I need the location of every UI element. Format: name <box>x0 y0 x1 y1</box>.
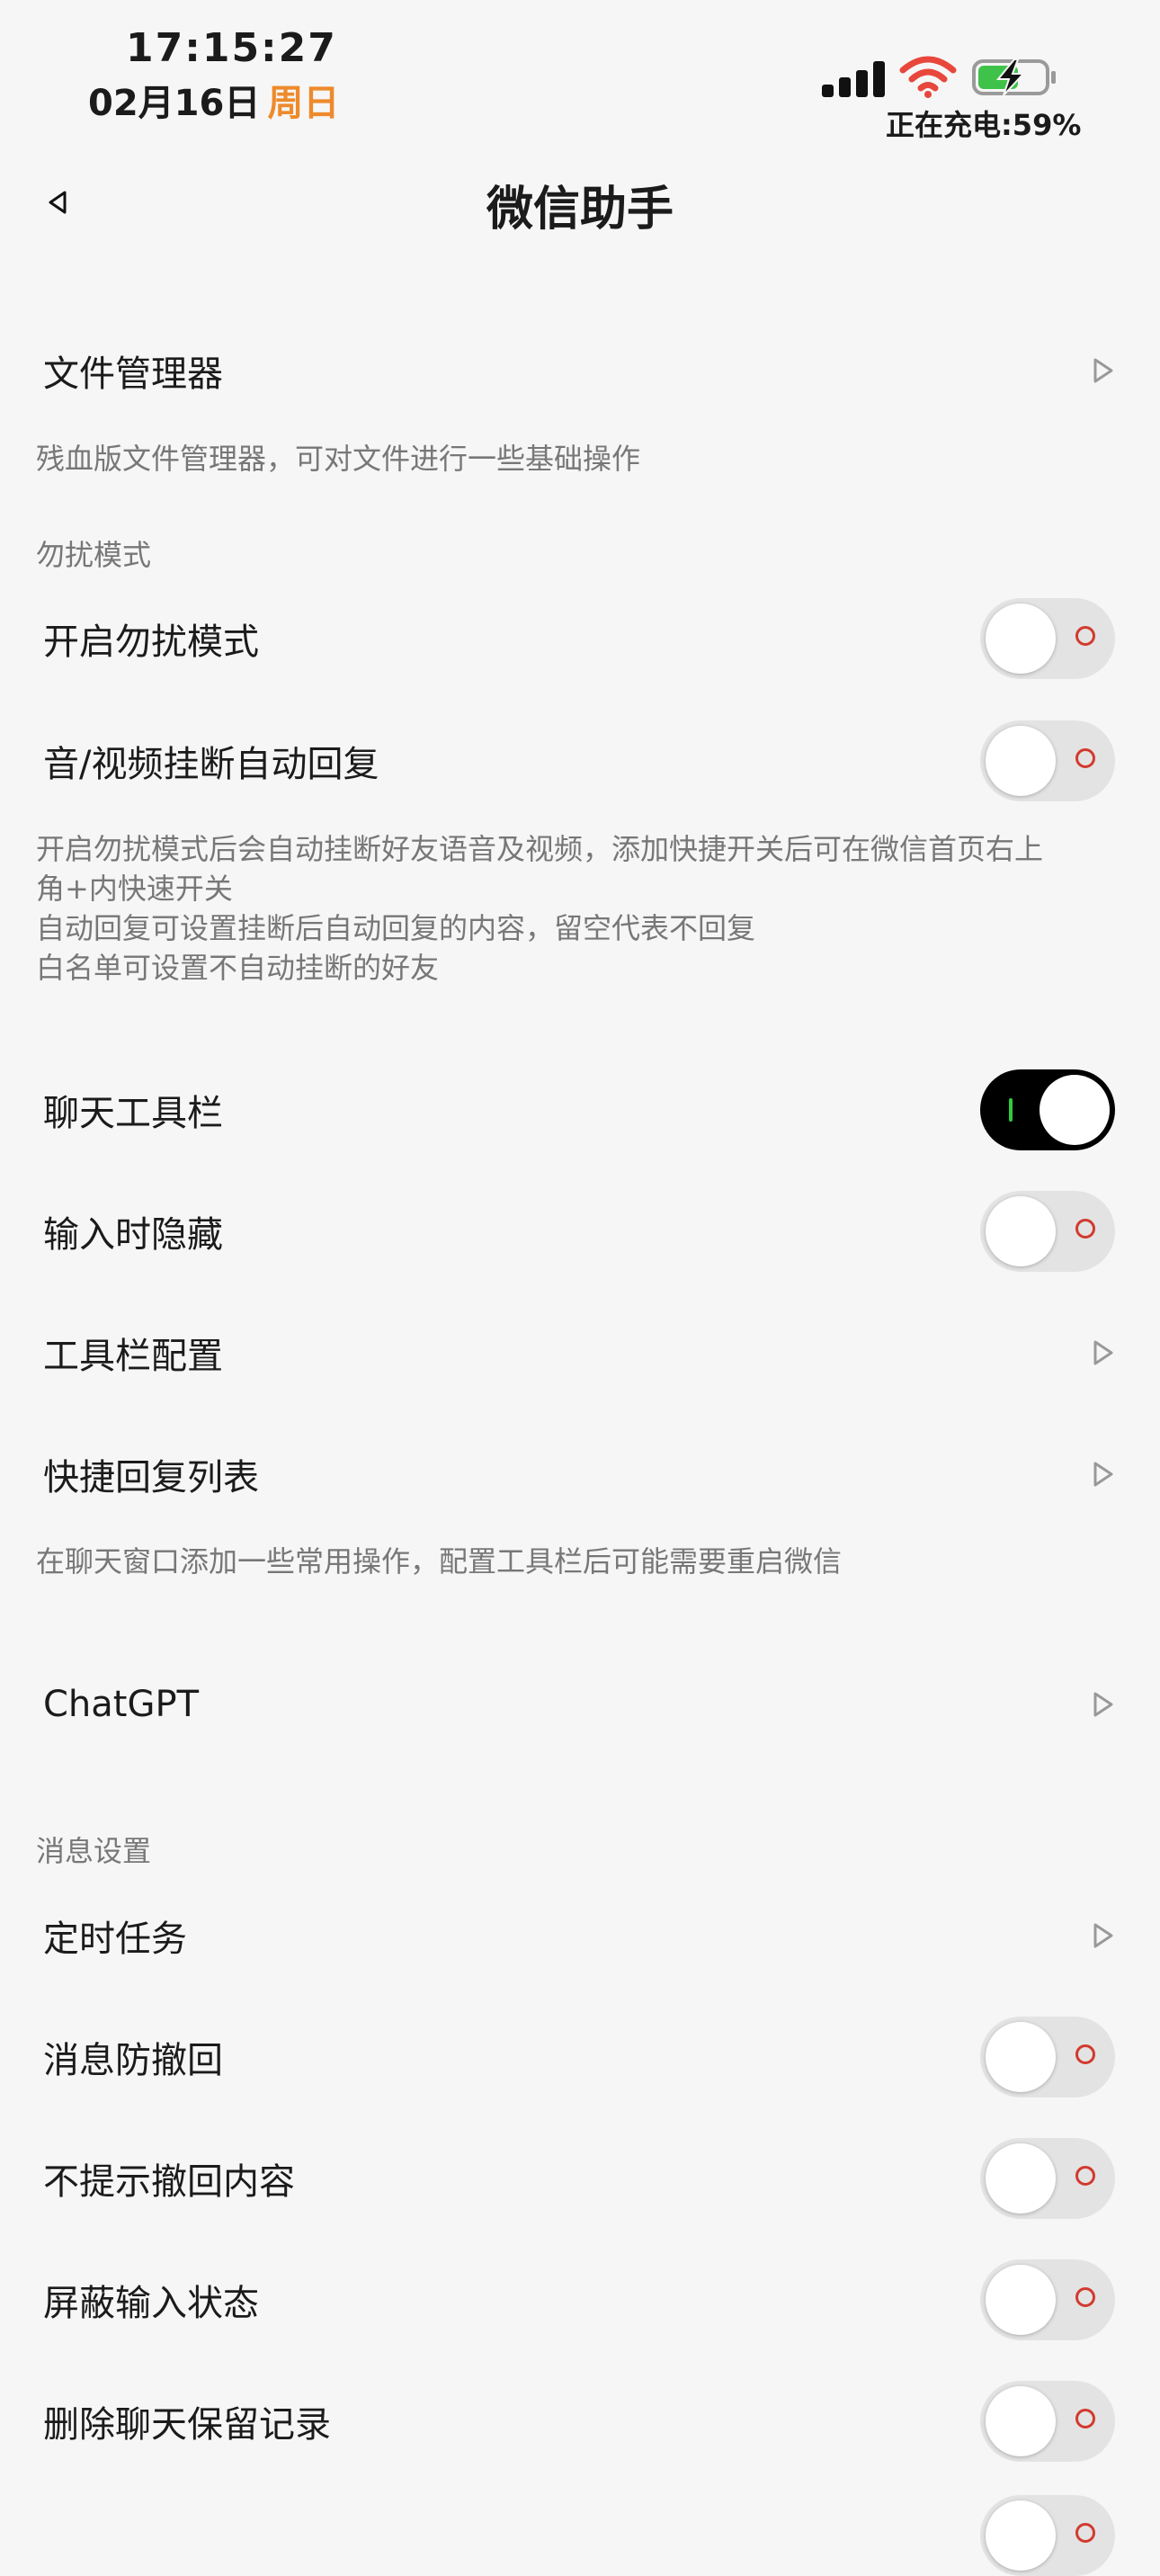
status-time: 17:15:27 <box>126 25 337 71</box>
section-header-message: 消息设置 <box>36 1834 152 1868</box>
status-date-text: 02月16日 <box>88 83 261 124</box>
toolbar-description: 在聊天窗口添加一些常用操作，配置工具栏后可能需要重启微信 <box>36 1544 843 1579</box>
row-chat-toolbar[interactable]: 聊天工具栏 <box>0 1056 1160 1164</box>
row-label: 消息防撤回 <box>43 2040 223 2081</box>
file-manager-description: 残血版文件管理器，可对文件进行一些基础操作 <box>36 442 641 476</box>
row-label: 聊天工具栏 <box>43 1093 223 1134</box>
chevron-right-icon <box>1093 1462 1113 1487</box>
row-label: 音/视频挂断自动回复 <box>43 744 379 785</box>
signal-icon <box>822 58 887 97</box>
row-label: ChatGPT <box>43 1684 200 1725</box>
row-no-revoke-hint[interactable]: 不提示撤回内容 <box>0 2124 1160 2232</box>
dnd-description-line: 白名单可设置不自动挂断的好友 <box>36 951 440 985</box>
row-file-manager[interactable]: 文件管理器 <box>0 317 1160 425</box>
row-delete-keep-record[interactable]: 删除聊天保留记录 <box>0 2367 1160 2475</box>
dnd-description-line: 角+内快速开关 <box>36 872 233 906</box>
row-label: 开启勿扰模式 <box>43 622 259 663</box>
anti-revoke-toggle[interactable] <box>980 2017 1115 2097</box>
row-toolbar-config[interactable]: 工具栏配置 <box>0 1299 1160 1407</box>
row-chatgpt[interactable]: ChatGPT <box>0 1650 1160 1758</box>
row-auto-reply[interactable]: 音/视频挂断自动回复 <box>0 707 1160 815</box>
auto-reply-toggle[interactable] <box>980 720 1115 801</box>
row-dnd-mode[interactable]: 开启勿扰模式 <box>0 585 1160 693</box>
row-scheduled-task[interactable]: 定时任务 <box>0 1882 1160 1990</box>
section-header-dnd: 勿扰模式 <box>36 538 152 572</box>
row-label: 删除聊天保留记录 <box>43 2404 331 2446</box>
status-weekday: 周日 <box>267 83 340 124</box>
dnd-description-line: 开启勿扰模式后会自动挂断好友语音及视频，添加快捷开关后可在微信首页右上 <box>36 832 1044 866</box>
wifi-icon <box>899 56 957 98</box>
row-quick-reply[interactable]: 快捷回复列表 <box>0 1420 1160 1528</box>
row-label: 工具栏配置 <box>43 1336 223 1377</box>
dnd-description: 开启勿扰模式后会自动挂断好友语音及视频，添加快捷开关后可在微信首页右上 角+内快… <box>36 829 1124 988</box>
chevron-right-icon <box>1093 1340 1113 1365</box>
row-label: 屏蔽输入状态 <box>43 2283 259 2324</box>
partial-toggle[interactable] <box>980 2495 1115 2576</box>
dnd-mode-toggle[interactable] <box>980 598 1115 679</box>
status-date: 02月16日 周日 <box>88 74 339 126</box>
row-label: 快捷回复列表 <box>43 1457 259 1498</box>
row-anti-revoke[interactable]: 消息防撤回 <box>0 2003 1160 2111</box>
chevron-right-icon <box>1093 1923 1113 1948</box>
header: 微信助手 <box>0 153 1160 252</box>
hide-on-input-toggle[interactable] <box>980 1191 1115 1272</box>
chat-toolbar-toggle[interactable] <box>980 1069 1115 1150</box>
row-label: 定时任务 <box>43 1919 187 1960</box>
row-block-typing[interactable]: 屏蔽输入状态 <box>0 2246 1160 2354</box>
row-label: 输入时隐藏 <box>43 1214 223 1256</box>
chevron-right-icon <box>1093 358 1113 383</box>
row-label: 文件管理器 <box>43 353 223 395</box>
delete-keep-record-toggle[interactable] <box>980 2381 1115 2462</box>
dnd-description-line: 自动回复可设置挂断后自动回复的内容，留空代表不回复 <box>36 911 756 945</box>
row-label: 不提示撤回内容 <box>43 2161 295 2203</box>
row-hide-on-input[interactable]: 输入时隐藏 <box>0 1177 1160 1285</box>
battery-charging-icon <box>972 58 1056 96</box>
page-title: 微信助手 <box>486 183 674 237</box>
block-typing-toggle[interactable] <box>980 2259 1115 2340</box>
no-revoke-hint-toggle[interactable] <box>980 2138 1115 2219</box>
chevron-right-icon <box>1093 1692 1113 1717</box>
status-bar: 17:15:27 02月16日 周日 正在充电:59% <box>0 0 1160 142</box>
charging-status: 正在充电:59% <box>886 108 1082 142</box>
